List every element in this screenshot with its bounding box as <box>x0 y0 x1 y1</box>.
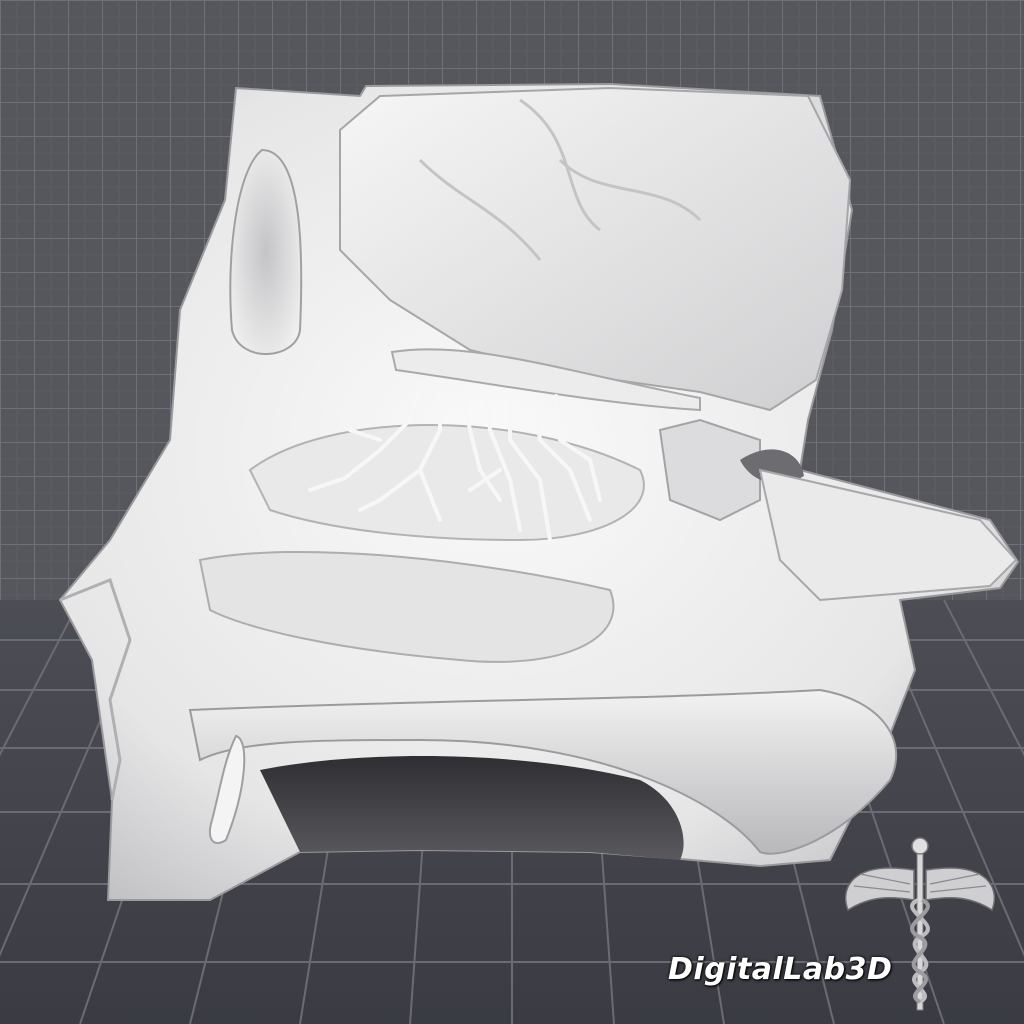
render-viewport: DigitalLab3D <box>0 0 1024 1024</box>
watermark-text: DigitalLab3D <box>668 952 893 987</box>
render-svg <box>0 0 1024 1024</box>
